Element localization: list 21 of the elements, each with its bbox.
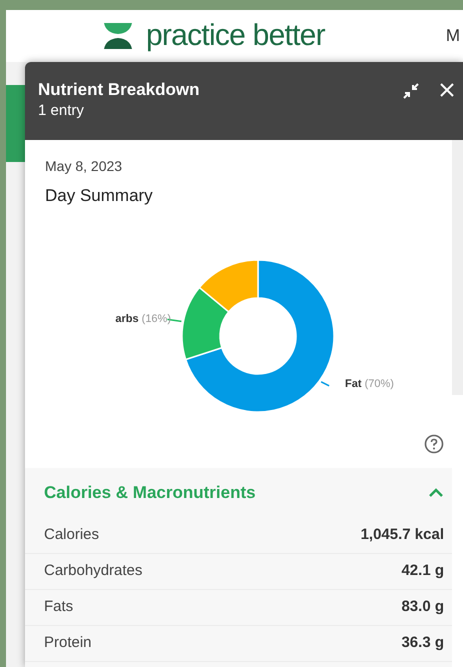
nutrient-value: 36.3 g [401, 632, 444, 653]
entry-count: 1 entry [38, 102, 85, 121]
nutrient-value: 42.1 g [401, 560, 444, 581]
nav-item[interactable]: M [446, 23, 460, 49]
slice-label: arbs (16%) [115, 312, 171, 327]
brand-name: practice better [146, 21, 325, 51]
minimize-icon[interactable] [402, 82, 420, 100]
close-icon[interactable] [439, 82, 455, 98]
nutrient-label: Calories [44, 524, 100, 545]
nutrient-value: 83.0 g [401, 596, 444, 617]
nutrient-label: Protein [44, 632, 92, 653]
leader-line [320, 380, 330, 386]
day-summary-heading: Day Summary [45, 185, 154, 207]
hourglass-logo-icon [102, 21, 134, 51]
slice-label: Fat (70%) [345, 377, 394, 392]
nutrient-label: Carbohydrates [44, 560, 142, 581]
help-icon[interactable] [424, 434, 444, 454]
entry-date: May 8, 2023 [45, 157, 124, 176]
nutrient-label: Fats [44, 596, 74, 617]
dialog-title: Nutrient Breakdown [38, 79, 200, 100]
nutrient-value: 1,045.7 kcal [360, 524, 444, 545]
